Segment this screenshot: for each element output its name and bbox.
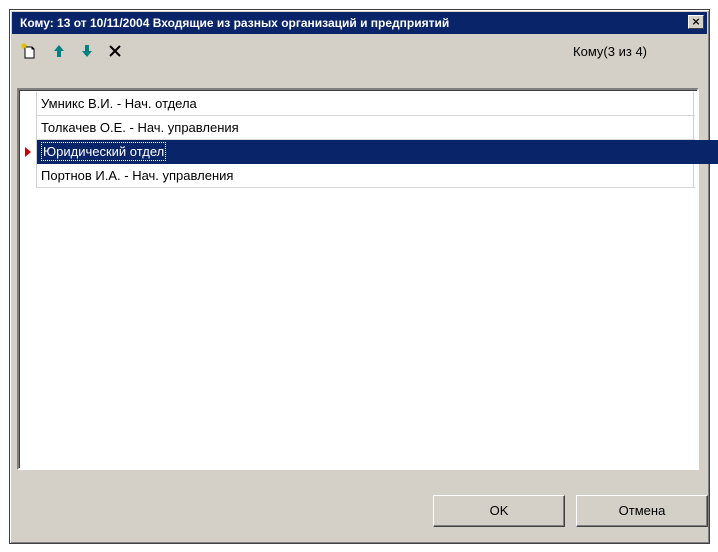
- close-button[interactable]: ×: [688, 15, 704, 29]
- new-item-button[interactable]: [18, 40, 40, 62]
- row-indicator: [21, 116, 37, 140]
- focused-row-text: Юридический отдел: [41, 142, 167, 161]
- arrow-down-icon: [82, 45, 92, 57]
- list-row[interactable]: Умникс В.И. - Нач. отдела: [21, 92, 695, 116]
- delete-button[interactable]: [104, 40, 126, 62]
- recipient-list[interactable]: Умникс В.И. - Нач. отдела Толкачев О.Е. …: [17, 88, 718, 470]
- current-row-marker-icon: [25, 147, 31, 157]
- close-icon: ×: [691, 15, 701, 28]
- window-title: Кому: 13 от 10/11/2004 Входящие из разны…: [20, 16, 450, 30]
- ok-button[interactable]: OK: [433, 495, 565, 527]
- new-item-icon: [21, 43, 35, 59]
- move-up-button[interactable]: [48, 40, 70, 62]
- row-indicator: [21, 164, 37, 188]
- move-down-button[interactable]: [76, 40, 98, 62]
- dialog-window: Кому: 13 от 10/11/2004 Входящие из разны…: [9, 9, 718, 544]
- row-text: Юридический отдел: [37, 140, 718, 164]
- title-bar[interactable]: Кому: 13 от 10/11/2004 Входящие из разны…: [12, 12, 707, 34]
- recipient-counter: Кому(3 из 4): [573, 44, 647, 59]
- list-row[interactable]: Толкачев О.Е. - Нач. управления: [21, 116, 695, 140]
- row-indicator: [21, 140, 37, 164]
- cancel-button[interactable]: Отмена: [576, 495, 708, 527]
- row-text: Толкачев О.Е. - Нач. управления: [37, 116, 694, 140]
- row-text: Портнов И.А. - Нач. управления: [37, 164, 694, 188]
- delete-icon: [109, 45, 121, 57]
- list-row[interactable]: Портнов И.А. - Нач. управления: [21, 164, 695, 188]
- toolbar: Кому(3 из 4): [12, 36, 707, 66]
- list-row-selected[interactable]: Юридический отдел: [21, 140, 718, 164]
- arrow-up-icon: [54, 45, 64, 57]
- row-text: Умникс В.И. - Нач. отдела: [37, 92, 694, 116]
- row-indicator: [21, 92, 37, 116]
